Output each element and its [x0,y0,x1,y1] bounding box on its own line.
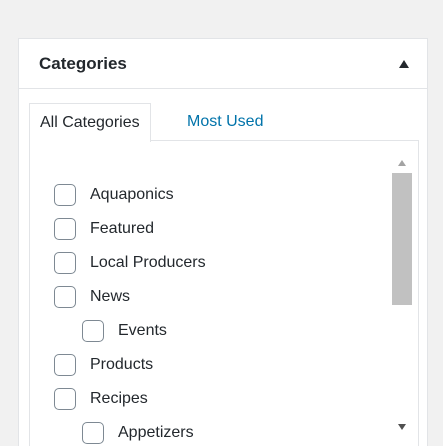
category-label: News [90,288,131,305]
category-tabs: All Categories Most Used [29,103,419,142]
tab-all-categories[interactable]: All Categories [29,103,151,142]
categories-metabox: Categories All Categories Most Used Aqua… [18,38,428,446]
category-item-recipes[interactable]: Recipes [54,384,148,414]
collapse-toggle-button[interactable] [395,55,413,73]
category-label: Local Producers [90,254,206,271]
triangle-up-icon [399,60,409,68]
category-item-featured[interactable]: Featured [54,214,154,244]
category-item-appetizers[interactable]: Appetizers [82,418,194,446]
metabox-title: Categories [39,54,127,73]
category-checkbox[interactable] [82,422,104,444]
category-item-events[interactable]: Events [82,316,167,346]
category-item-local-producers[interactable]: Local Producers [54,248,206,278]
category-checkbox[interactable] [54,388,76,410]
categories-checklist-panel: Aquaponics Featured Local Producers News… [29,140,419,446]
vertical-scrollbar[interactable] [391,141,413,446]
scroll-up-button[interactable] [391,153,413,173]
scroll-thumb[interactable] [392,173,412,305]
category-item-products[interactable]: Products [54,350,153,380]
category-checkbox[interactable] [54,354,76,376]
category-label: Featured [90,220,155,237]
category-checkbox[interactable] [54,252,76,274]
category-label: Events [118,322,167,339]
category-checkbox[interactable] [54,218,76,240]
scroll-down-button[interactable] [391,417,413,437]
metabox-header: Categories [19,39,427,89]
category-label: Products [90,356,154,373]
category-label: Appetizers [118,424,194,441]
category-checkbox[interactable] [82,320,104,342]
category-item-news[interactable]: News [54,282,130,312]
category-label: Aquaponics [90,186,174,203]
category-checkbox[interactable] [54,184,76,206]
category-item-aquaponics[interactable]: Aquaponics [54,180,174,210]
category-label: Recipes [90,390,148,407]
triangle-down-icon [398,424,406,430]
triangle-up-icon [398,160,406,166]
category-checkbox[interactable] [54,286,76,308]
tab-most-used[interactable]: Most Used [177,103,273,141]
